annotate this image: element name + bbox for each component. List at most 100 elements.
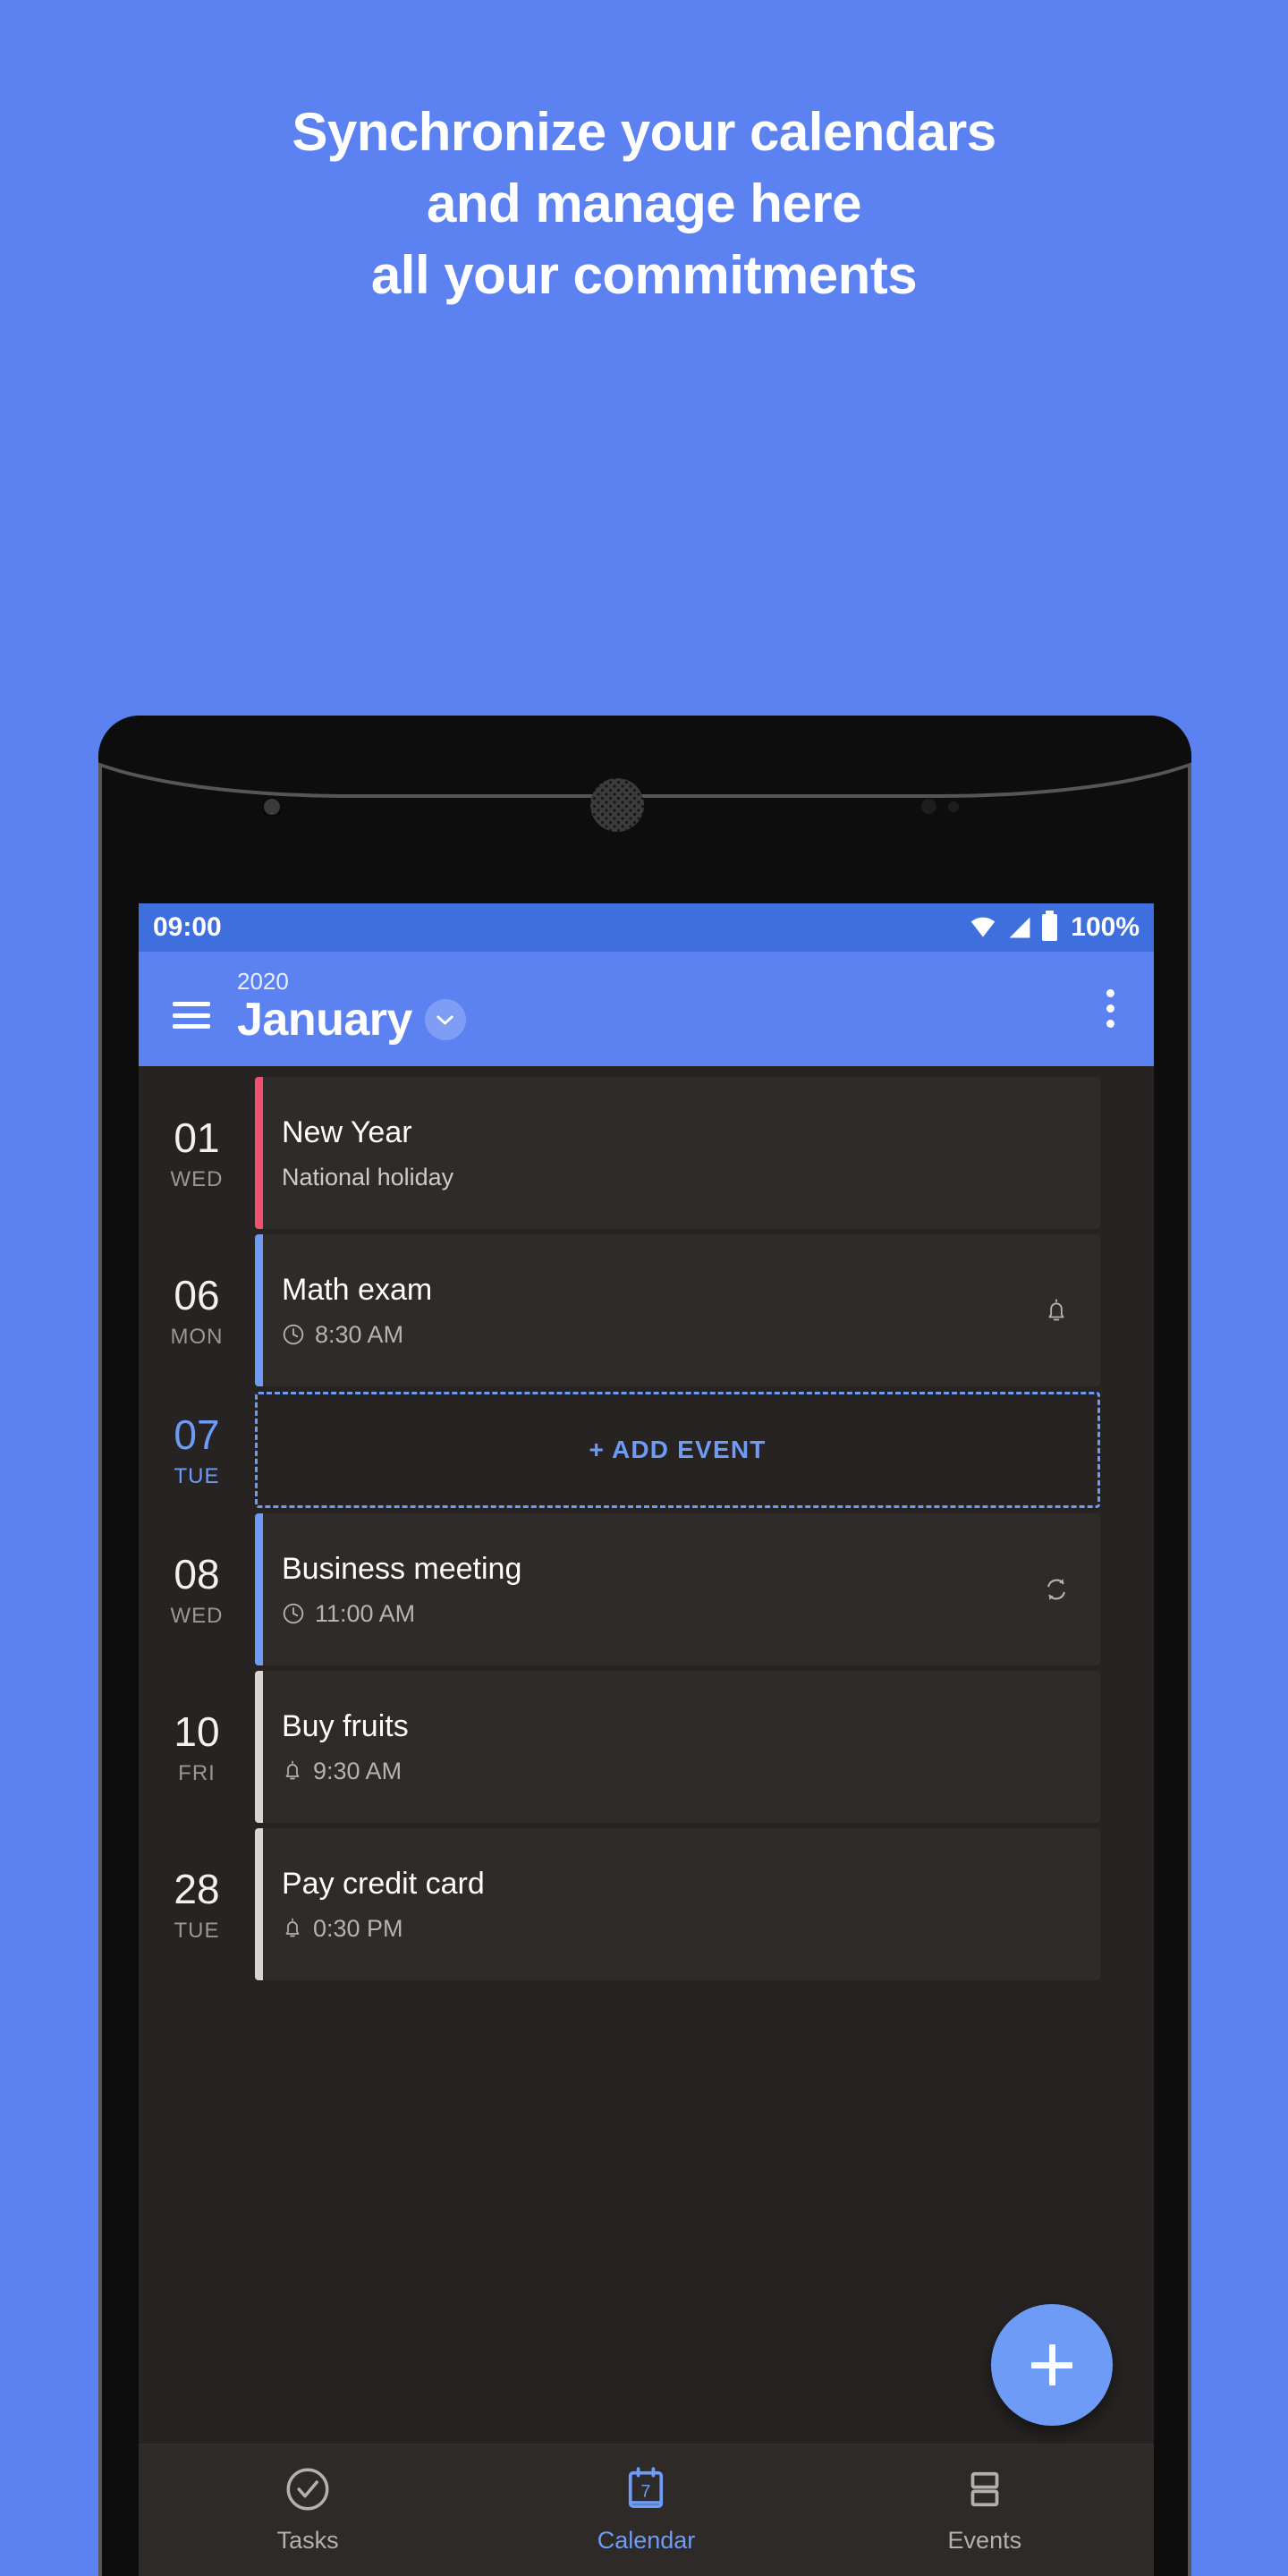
event-subtitle: 9:30 AM [313, 1757, 402, 1784]
event-row[interactable]: 06 MON Math exam 8:30 AM [139, 1234, 1154, 1386]
hamburger-menu-icon[interactable] [173, 1002, 210, 1029]
event-date: 08 WED [139, 1513, 255, 1665]
add-event-row[interactable]: 07 TUE + ADD EVENT [139, 1392, 1154, 1508]
event-accent-bar [255, 1077, 263, 1229]
event-card-body: Math exam 8:30 AM [282, 1272, 1036, 1349]
plus-icon-vertical [1048, 2344, 1055, 2385]
bell-icon [285, 1919, 300, 1937]
battery-icon [1042, 911, 1058, 941]
event-row[interactable]: 01 WED New Year National holiday [139, 1077, 1154, 1229]
event-card-body: Pay credit card 0:30 PM [282, 1866, 1036, 1943]
event-weekday: WED [170, 1167, 224, 1191]
event-date: 01 WED [139, 1077, 255, 1229]
signal-icon [1009, 917, 1030, 938]
event-subtitle-row: National holiday [282, 1164, 1036, 1191]
appbar-month-selector[interactable]: January [237, 993, 466, 1046]
bottom-navigation: Tasks 7 Calendar Events [139, 2444, 1154, 2576]
appbar-year: 2020 [237, 968, 289, 995]
event-card[interactable]: New Year National holiday [255, 1077, 1100, 1229]
nav-item-calendar[interactable]: 7 Calendar [479, 2464, 814, 2555]
event-weekday: TUE [174, 1919, 220, 1943]
event-card-right [1036, 1576, 1077, 1603]
check-circle-icon [286, 2468, 329, 2511]
proximity-sensor-icon [921, 799, 936, 814]
appbar-month: January [237, 994, 412, 1046]
event-row[interactable]: 08 WED Business meeting 11:00 AM [139, 1513, 1154, 1665]
bell-icon [1048, 1298, 1064, 1320]
promo-headline: Synchronize your calendars and manage he… [0, 106, 1288, 320]
earpiece-speaker-icon [590, 778, 644, 832]
event-accent-bar [255, 1513, 263, 1665]
battery-percent: 100% [1071, 912, 1140, 942]
event-day-number: 07 [174, 1411, 220, 1458]
list-stack-icon [970, 2471, 999, 2507]
event-day-number: 06 [174, 1272, 220, 1318]
event-card-body: Buy fruits 9:30 AM [282, 1708, 1036, 1785]
event-weekday: WED [170, 1604, 224, 1628]
headline-line-1: Synchronize your calendars [292, 102, 996, 162]
event-day-number: 10 [174, 1708, 220, 1755]
event-card-body: Business meeting 11:00 AM [282, 1551, 1036, 1628]
event-card[interactable]: Business meeting 11:00 AM [255, 1513, 1100, 1665]
promo-screenshot: Synchronize your calendars and manage he… [0, 0, 1288, 2576]
event-title: Pay credit card [282, 1867, 485, 1902]
event-row[interactable]: 28 TUE Pay credit card 0:30 PM [139, 1828, 1154, 1980]
wifi-icon [970, 917, 996, 937]
status-bar-indicators: 100% [969, 911, 1140, 943]
status-bar-time: 09:00 [153, 912, 222, 942]
event-weekday: TUE [174, 1464, 220, 1488]
event-list: 01 WED New Year National holiday 06 MON … [139, 1066, 1154, 1980]
event-accent-bar [255, 1234, 263, 1386]
repeat-icon [1047, 1579, 1065, 1600]
front-camera-icon [261, 796, 283, 818]
event-card-body: New Year National holiday [282, 1114, 1036, 1191]
nav-item-tasks[interactable]: Tasks [140, 2464, 476, 2555]
event-row[interactable]: 10 FRI Buy fruits 9:30 AM [139, 1671, 1154, 1823]
event-date: 07 TUE [139, 1392, 255, 1508]
event-subtitle-row: 8:30 AM [282, 1321, 1036, 1349]
event-day-number: 28 [174, 1866, 220, 1912]
chevron-down-glyph [436, 1015, 454, 1024]
clock-icon [283, 1604, 304, 1624]
bell-icon [285, 1761, 300, 1780]
event-subtitle: 8:30 AM [315, 1320, 404, 1348]
event-subtitle: National holiday [282, 1163, 454, 1191]
event-date: 06 MON [139, 1234, 255, 1386]
headline-line-3: all your commitments [370, 245, 918, 305]
nav-label-events: Events [947, 2527, 1022, 2554]
phone-top-bezel [98, 716, 1191, 794]
headline-line-2: and manage here [426, 174, 862, 233]
event-title: Math exam [282, 1273, 433, 1308]
status-bar: 09:00 100% [139, 903, 1154, 952]
chevron-down-icon[interactable] [424, 999, 466, 1040]
overflow-menu-icon[interactable] [1106, 989, 1114, 1028]
nav-item-events[interactable]: Events [818, 2464, 1153, 2555]
event-subtitle: 0:30 PM [313, 1914, 403, 1942]
add-event-fab[interactable] [991, 2304, 1113, 2426]
event-weekday: FRI [178, 1761, 216, 1785]
event-title: Business meeting [282, 1552, 522, 1587]
event-accent-bar [255, 1671, 263, 1823]
event-weekday: MON [170, 1325, 224, 1349]
app-bar: 2020 January [139, 952, 1154, 1066]
event-card[interactable]: Buy fruits 9:30 AM [255, 1671, 1100, 1823]
event-date: 10 FRI [139, 1671, 255, 1823]
nav-label-calendar: Calendar [597, 2527, 696, 2554]
add-event-button[interactable]: + ADD EVENT [255, 1392, 1100, 1508]
event-title: Buy fruits [282, 1709, 409, 1744]
event-subtitle: 11:00 AM [315, 1599, 416, 1627]
event-subtitle-row: 0:30 PM [282, 1915, 1036, 1943]
event-card[interactable]: Pay credit card 0:30 PM [255, 1828, 1100, 1980]
event-accent-bar [255, 1828, 263, 1980]
calendar-badge-number: 7 [641, 2481, 651, 2501]
event-title: New Year [282, 1115, 412, 1150]
event-day-number: 01 [174, 1114, 220, 1161]
event-subtitle-row: 9:30 AM [282, 1758, 1036, 1785]
event-card[interactable]: Math exam 8:30 AM [255, 1234, 1100, 1386]
event-card-right [1036, 1297, 1077, 1325]
light-sensor-icon [948, 801, 959, 812]
clock-icon [283, 1325, 304, 1345]
phone-screen: 09:00 100% 2020 January 01 WED New Year … [139, 903, 1154, 2576]
event-subtitle-row: 11:00 AM [282, 1600, 1036, 1628]
calendar-icon: 7 [629, 2467, 664, 2508]
